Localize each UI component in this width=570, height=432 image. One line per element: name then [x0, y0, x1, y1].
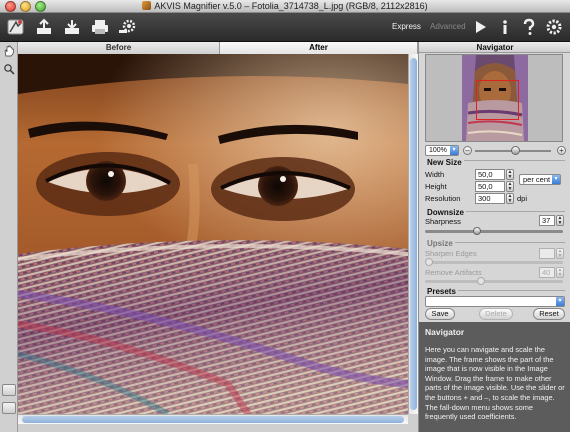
- height-field[interactable]: 50,0: [475, 181, 505, 192]
- tab-after[interactable]: After: [220, 42, 418, 54]
- settings-gear-icon[interactable]: [116, 16, 138, 38]
- preferences-icon[interactable]: [543, 16, 565, 38]
- app-window: AKVIS Magnifier v.5.0 – Fotolia_3714738_…: [0, 0, 570, 432]
- navigator-preview[interactable]: [425, 54, 563, 142]
- sharpen-edges-slider-track[interactable]: [425, 261, 563, 264]
- zoom-out-button[interactable]: –: [463, 146, 472, 155]
- sharpen-edges-field[interactable]: [539, 248, 555, 259]
- navigator-view-frame[interactable]: [476, 80, 519, 120]
- zoom-in-button[interactable]: +: [557, 146, 566, 155]
- main-toolbar: Express Advanced: [0, 13, 570, 42]
- window-title: AKVIS Magnifier v.5.0 – Fotolia_3714738_…: [154, 1, 428, 11]
- presets-label: Presets: [425, 287, 458, 296]
- zoom-controls: 100% ▾ – +: [419, 145, 570, 157]
- chevron-down-icon: ▾: [552, 175, 560, 184]
- zoom-select[interactable]: 100% ▾: [425, 145, 459, 156]
- open-icon[interactable]: [33, 16, 55, 38]
- width-stepper[interactable]: ▲ ▼: [506, 169, 514, 180]
- sharpness-field[interactable]: 37: [539, 215, 555, 226]
- new-size-label: New Size: [425, 158, 464, 167]
- upsize-label: Upsize: [425, 239, 455, 248]
- help-icon[interactable]: [518, 16, 540, 38]
- settings-panel: Navigator 100% ▾ – + New Size Width 50,0…: [418, 42, 570, 432]
- presets-select[interactable]: ▾: [425, 296, 565, 307]
- tab-before[interactable]: Before: [18, 42, 220, 54]
- sharpen-edges-slider-knob[interactable]: [425, 258, 433, 266]
- remove-artifacts-field[interactable]: 40: [539, 267, 555, 278]
- sharpen-edges-stepper[interactable]: ▲ ▼: [556, 248, 564, 259]
- tools-strip: [0, 42, 18, 432]
- height-label: Height: [425, 182, 447, 191]
- unit-value: per cent: [523, 175, 551, 184]
- sharpen-edges-label: Sharpen Edges: [425, 249, 477, 258]
- vertical-scrollbar[interactable]: [408, 54, 418, 414]
- save-icon[interactable]: [61, 16, 83, 38]
- before-after-tabs: Before After: [18, 42, 418, 54]
- remove-artifacts-stepper[interactable]: ▲ ▼: [556, 267, 564, 278]
- width-label: Width: [425, 170, 445, 179]
- sharpness-slider-track[interactable]: [425, 230, 563, 233]
- zoom-value: 100%: [429, 147, 447, 154]
- hand-tool-icon[interactable]: [2, 44, 16, 58]
- info-icon[interactable]: [494, 16, 516, 38]
- reset-preset-button[interactable]: Reset: [533, 308, 565, 320]
- sharpness-stepper[interactable]: ▲ ▼: [556, 215, 564, 226]
- save-preset-button[interactable]: Save: [425, 308, 455, 320]
- title-bar: AKVIS Magnifier v.5.0 – Fotolia_3714738_…: [0, 0, 570, 13]
- resolution-field[interactable]: 300: [475, 193, 505, 204]
- window-title-area: AKVIS Magnifier v.5.0 – Fotolia_3714738_…: [0, 0, 570, 13]
- chevron-down-icon: ▾: [450, 146, 458, 155]
- height-stepper[interactable]: ▲ ▼: [506, 181, 514, 192]
- sharpness-slider-knob[interactable]: [473, 227, 482, 235]
- help-panel: Navigator Here you can navigate and scal…: [419, 322, 570, 432]
- magnifier-logo-icon[interactable]: [4, 15, 28, 39]
- zoom-slider-knob[interactable]: [511, 146, 520, 155]
- swap-view-button[interactable]: [2, 402, 16, 414]
- help-text: Here you can navigate and scale the imag…: [425, 345, 565, 422]
- vertical-scroll-thumb[interactable]: [410, 58, 417, 410]
- resolution-label: Resolution: [425, 194, 461, 203]
- remove-artifacts-slider-track[interactable]: [425, 280, 563, 283]
- chevron-down-icon: ▾: [556, 297, 564, 306]
- resolution-unit: dpi: [517, 194, 528, 203]
- navigator-title: Navigator: [419, 42, 570, 53]
- single-view-button[interactable]: [2, 384, 16, 396]
- horizontal-scrollbar[interactable]: [18, 414, 408, 424]
- remove-artifacts-label: Remove Artifacts: [425, 268, 482, 277]
- downsize-label: Downsize: [425, 208, 466, 217]
- horizontal-scroll-thumb[interactable]: [22, 416, 404, 423]
- width-field[interactable]: 50,0: [475, 169, 505, 180]
- sharpness-label: Sharpness: [425, 217, 461, 226]
- remove-artifacts-slider-knob[interactable]: [477, 277, 485, 285]
- unit-select[interactable]: per cent ▾: [519, 174, 561, 185]
- advanced-mode-button[interactable]: Advanced: [430, 22, 466, 31]
- resolution-stepper[interactable]: ▲ ▼: [506, 193, 514, 204]
- express-mode-button[interactable]: Express: [392, 22, 421, 31]
- photo-preview: [18, 54, 408, 414]
- delete-preset-button[interactable]: Delete: [479, 308, 513, 320]
- print-icon[interactable]: [89, 16, 111, 38]
- run-icon[interactable]: [469, 16, 491, 38]
- zoom-tool-icon[interactable]: [2, 62, 16, 76]
- help-title: Navigator: [425, 327, 465, 337]
- image-window[interactable]: [18, 54, 408, 414]
- app-icon: [142, 1, 152, 10]
- view-buttons: [0, 384, 18, 432]
